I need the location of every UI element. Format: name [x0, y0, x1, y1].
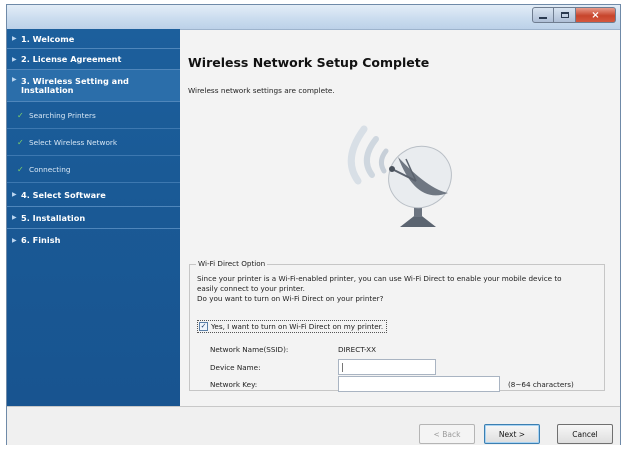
- title-bar: ×: [7, 5, 620, 30]
- satellite-dish-icon: [320, 109, 470, 241]
- arrow-icon: ▶: [12, 236, 17, 244]
- arrow-icon: ▶: [12, 214, 17, 221]
- network-key-label: Network Key:: [210, 380, 258, 389]
- network-key-input[interactable]: [338, 376, 500, 392]
- description-line: Since your printer is a Wi-Fi-enabled pr…: [197, 274, 562, 283]
- maximize-icon: [560, 12, 569, 18]
- step-installation: ▶ 5. Installation: [7, 207, 180, 229]
- next-button[interactable]: Next >: [484, 424, 540, 444]
- wifi-direct-legend: Wi-Fi Direct Option: [196, 259, 268, 268]
- wifi-direct-description: Since your printer is a Wi-Fi-enabled pr…: [197, 274, 597, 304]
- step-label: 4. Select Software: [21, 189, 106, 200]
- wizard-steps-sidebar: ▶ 1. Welcome ▶ 2. License Agreement ▶ 3.…: [7, 29, 180, 406]
- step-label: 6. Finish: [21, 235, 61, 245]
- arrow-icon: ▶: [12, 76, 17, 83]
- step-label: 5. Installation: [21, 212, 86, 223]
- next-button-label: Next >: [498, 429, 526, 439]
- network-name-label: Network Name(SSID):: [210, 345, 289, 354]
- step-label: 3. Wireless Setting and Installation: [21, 75, 129, 95]
- network-name-value: DIRECT-XX: [338, 345, 377, 354]
- wifi-direct-checkbox-label: Yes, I want to turn on Wi-Fi Direct on m…: [211, 322, 384, 331]
- device-name-label: Device Name:: [210, 363, 261, 372]
- step-wireless-setting: ▶ 3. Wireless Setting and Installation: [7, 70, 180, 102]
- maximize-button[interactable]: [554, 7, 576, 23]
- cancel-button-label: Cancel: [572, 429, 598, 439]
- installer-window: × ▶ 1. Welcome ▶ 2. License Agreement ▶ …: [6, 4, 621, 445]
- window-controls: ×: [532, 7, 616, 23]
- back-button-label: < Back: [433, 429, 461, 439]
- arrow-icon: ▶: [12, 55, 17, 63]
- main-panel: Wireless Network Setup Complete Wireless…: [180, 29, 620, 406]
- close-icon: ×: [591, 9, 600, 21]
- step-finish: ▶ 6. Finish: [7, 229, 180, 251]
- page-subtitle: Wireless network settings are complete.: [188, 86, 335, 95]
- check-icon: ✓: [17, 137, 24, 147]
- arrow-icon: ▶: [12, 35, 17, 42]
- substep-label: Select Wireless Network: [29, 137, 118, 147]
- description-line: easily connect to your printer.: [197, 284, 305, 293]
- checkbox-checked-icon[interactable]: ✓: [199, 322, 208, 331]
- step-select-software: ▶ 4. Select Software: [7, 183, 180, 207]
- device-name-input[interactable]: [338, 359, 436, 375]
- check-icon: ✓: [17, 110, 24, 120]
- text-cursor: [342, 363, 343, 372]
- minimize-icon: [539, 17, 547, 19]
- substep-searching-printers: ✓ Searching Printers: [7, 102, 180, 129]
- substep-connecting: ✓ Connecting: [7, 156, 180, 183]
- page-title: Wireless Network Setup Complete: [188, 55, 430, 70]
- substep-select-wireless-network: ✓ Select Wireless Network: [7, 129, 180, 156]
- back-button[interactable]: < Back: [419, 424, 475, 444]
- minimize-button[interactable]: [532, 7, 554, 23]
- substep-label: Connecting: [29, 164, 71, 174]
- cancel-button[interactable]: Cancel: [557, 424, 613, 444]
- step-welcome: ▶ 1. Welcome: [7, 29, 180, 49]
- wifi-direct-option-group: Wi-Fi Direct Option Since your printer i…: [189, 259, 605, 392]
- network-key-hint: (8~64 characters): [508, 380, 574, 389]
- arrow-icon: ▶: [12, 191, 17, 198]
- close-button[interactable]: ×: [576, 7, 616, 23]
- wifi-direct-checkbox[interactable]: ✓ Yes, I want to turn on Wi-Fi Direct on…: [197, 320, 388, 333]
- substep-label: Searching Printers: [29, 110, 96, 120]
- check-icon: ✓: [17, 164, 24, 174]
- description-line: Do you want to turn on Wi-Fi Direct on y…: [197, 294, 384, 303]
- wizard-footer: < Back Next > Cancel: [7, 406, 620, 445]
- step-label: 2. License Agreement: [21, 54, 122, 64]
- step-label: 1. Welcome: [21, 33, 75, 44]
- step-license-agreement: ▶ 2. License Agreement: [7, 49, 180, 70]
